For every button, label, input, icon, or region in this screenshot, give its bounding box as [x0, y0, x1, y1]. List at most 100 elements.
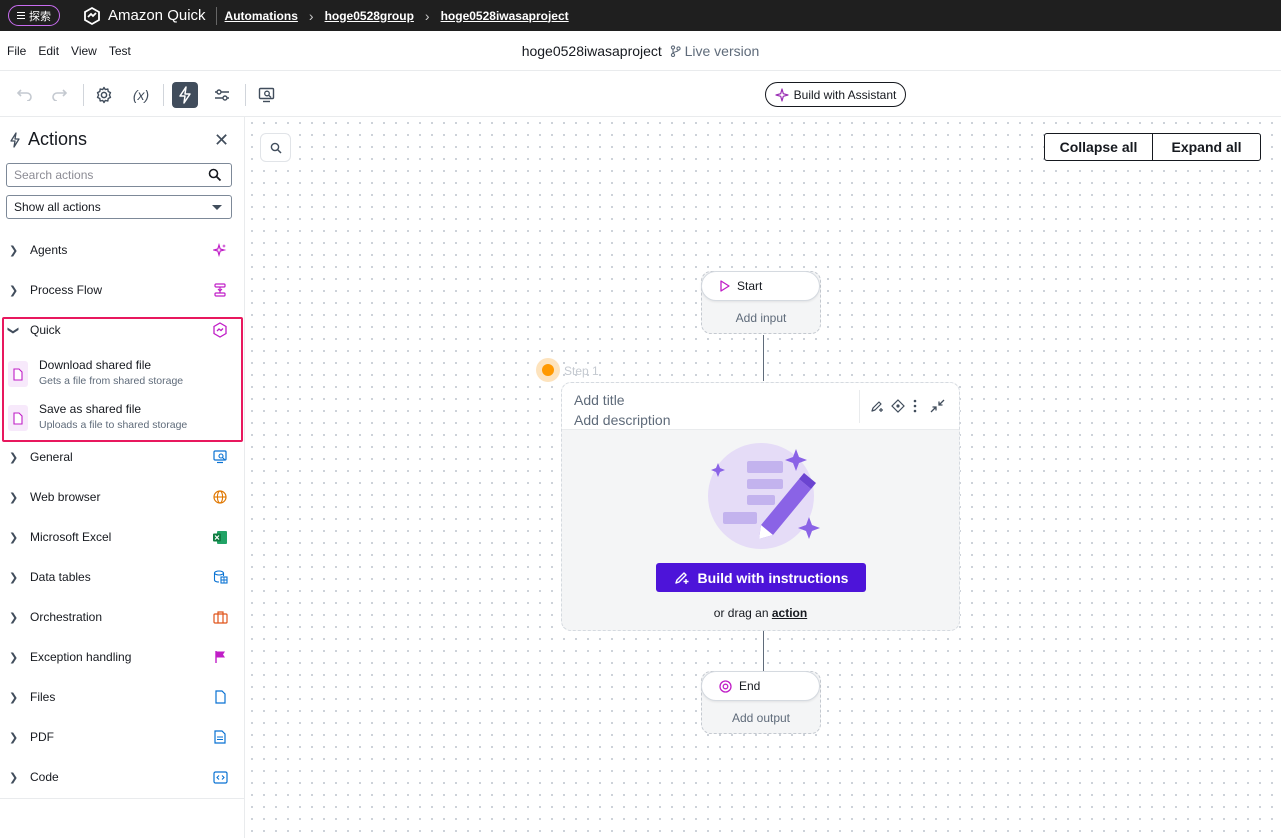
- end-node-header[interactable]: End: [701, 671, 820, 701]
- explore-button[interactable]: 探索: [8, 5, 60, 26]
- category-agents[interactable]: ❯ Agents: [0, 230, 244, 270]
- collapse-icon[interactable]: [930, 399, 945, 416]
- app-logo[interactable]: Amazon Quick: [82, 6, 206, 26]
- redo-button[interactable]: [47, 82, 73, 108]
- build-with-assistant-label: Build with Assistant: [793, 87, 897, 102]
- panel-title: Actions: [28, 129, 88, 149]
- category-microsoft-excel[interactable]: ❯ Microsoft Excel: [0, 517, 244, 557]
- menu-edit[interactable]: Edit: [38, 44, 59, 58]
- category-web-browser[interactable]: ❯ Web browser: [0, 477, 244, 517]
- category-label: PDF: [30, 730, 54, 744]
- breadcrumb-group[interactable]: hoge0528group: [325, 9, 414, 23]
- category-orchestration[interactable]: ❯ Orchestration: [0, 597, 244, 637]
- edit-sparkle-icon: [674, 572, 689, 584]
- step-card-header: Add title Add description: [562, 383, 959, 430]
- version-label: Live version: [684, 43, 760, 59]
- undo-icon: [16, 89, 32, 101]
- sparkle-icon: [212, 242, 228, 258]
- category-label: Exception handling: [30, 650, 132, 664]
- file-icon: [8, 405, 28, 431]
- workflow-canvas[interactable]: Collapse all Expand all Start Add input …: [246, 117, 1281, 838]
- divider: [859, 390, 860, 423]
- step-card[interactable]: Add title Add description Build with ins…: [561, 382, 960, 631]
- category-label: Code: [30, 770, 59, 784]
- start-node[interactable]: Start Add input: [701, 271, 821, 334]
- action-link[interactable]: action: [772, 606, 807, 620]
- step-title-input[interactable]: Add title: [574, 392, 625, 408]
- filter-value: Show all actions: [14, 200, 101, 214]
- play-icon: [720, 280, 730, 292]
- diamond-icon[interactable]: [891, 399, 905, 416]
- action-title: Download shared file: [39, 358, 152, 372]
- page-title: hoge0528iwasaproject Live version: [0, 43, 1281, 59]
- category-process-flow[interactable]: ❯ Process Flow: [0, 270, 244, 310]
- action-download-shared-file[interactable]: Download shared file Gets a file from sh…: [8, 357, 238, 397]
- category-label: Process Flow: [30, 283, 103, 297]
- divider: [83, 84, 84, 106]
- top-nav-bar: 探索 Amazon Quick Automations › hoge0528gr…: [0, 0, 1281, 31]
- category-code[interactable]: ❯ Code: [0, 757, 244, 797]
- lightning-icon: [10, 131, 20, 148]
- category-label: Web browser: [30, 490, 101, 504]
- breadcrumb-automations[interactable]: Automations: [225, 9, 298, 23]
- end-node[interactable]: End Add output: [701, 671, 821, 734]
- more-options-icon[interactable]: [913, 399, 917, 416]
- action-title: Save as shared file: [39, 402, 142, 416]
- chevron-right-icon: ❯: [9, 451, 19, 464]
- sparkle-icon: [775, 87, 789, 102]
- variables-button[interactable]: (x): [128, 82, 154, 108]
- add-input-link[interactable]: Add input: [702, 311, 820, 325]
- end-label: End: [739, 679, 761, 693]
- version-selector[interactable]: Live version: [670, 43, 760, 59]
- monitor-search-icon: [258, 87, 275, 103]
- amazon-quick-logo-icon: [84, 6, 100, 25]
- branch-icon: [670, 45, 681, 58]
- actions-panel: Actions ✕ Show all actions ❯ Agents ❯ Pr…: [0, 117, 245, 838]
- add-output-link[interactable]: Add output: [702, 711, 820, 725]
- code-icon: [212, 769, 228, 785]
- pdf-icon: [212, 729, 228, 745]
- category-pdf[interactable]: ❯ PDF: [0, 717, 244, 757]
- chevron-right-icon: ❯: [9, 651, 19, 664]
- recorder-button[interactable]: [254, 82, 280, 108]
- edit-ai-icon[interactable]: [870, 399, 885, 416]
- actions-button[interactable]: [172, 82, 198, 108]
- divider: [245, 84, 246, 106]
- category-label: Microsoft Excel: [30, 530, 112, 544]
- chevron-right-icon: ❯: [9, 691, 19, 704]
- category-label: Orchestration: [30, 610, 103, 624]
- expand-all-button[interactable]: Expand all: [1153, 134, 1260, 160]
- step-description-input[interactable]: Add description: [574, 412, 671, 428]
- globe-icon: [212, 489, 228, 505]
- category-data-tables[interactable]: ❯ Data tables: [0, 557, 244, 597]
- menu-view[interactable]: View: [71, 44, 97, 58]
- menu-file[interactable]: File: [7, 44, 26, 58]
- build-with-instructions-button[interactable]: Build with instructions: [656, 563, 866, 592]
- filter-select[interactable]: Show all actions: [6, 195, 232, 219]
- undo-button[interactable]: [11, 82, 37, 108]
- stop-circle-icon: [719, 679, 732, 693]
- category-exception-handling[interactable]: ❯ Exception handling: [0, 637, 244, 677]
- menu-test[interactable]: Test: [109, 44, 131, 58]
- action-description: Gets a file from shared storage: [39, 375, 184, 387]
- search-icon[interactable]: [208, 168, 222, 182]
- start-node-header[interactable]: Start: [701, 271, 820, 301]
- category-files[interactable]: ❯ Files: [0, 677, 244, 717]
- action-description: Uploads a file to shared storage: [39, 419, 188, 431]
- canvas-search-button[interactable]: [260, 133, 291, 162]
- search-box: [6, 163, 232, 187]
- properties-button[interactable]: [209, 82, 235, 108]
- close-panel-button[interactable]: ✕: [214, 130, 229, 151]
- search-input[interactable]: [14, 168, 204, 182]
- breadcrumb-project[interactable]: hoge0528iwasaproject: [441, 9, 569, 23]
- action-save-as-shared-file[interactable]: Save as shared file Uploads a file to sh…: [8, 401, 238, 441]
- menu-bar: File Edit View Test hoge0528iwasaproject…: [0, 31, 1281, 71]
- divider: [163, 84, 164, 106]
- build-illustration-icon: [708, 443, 820, 549]
- category-label: General: [30, 450, 73, 464]
- menu-icon: [17, 12, 25, 19]
- settings-button[interactable]: [91, 82, 117, 108]
- collapse-all-button[interactable]: Collapse all: [1045, 134, 1153, 160]
- build-with-assistant-button[interactable]: Build with Assistant: [765, 82, 906, 107]
- category-general[interactable]: ❯ General: [0, 437, 244, 477]
